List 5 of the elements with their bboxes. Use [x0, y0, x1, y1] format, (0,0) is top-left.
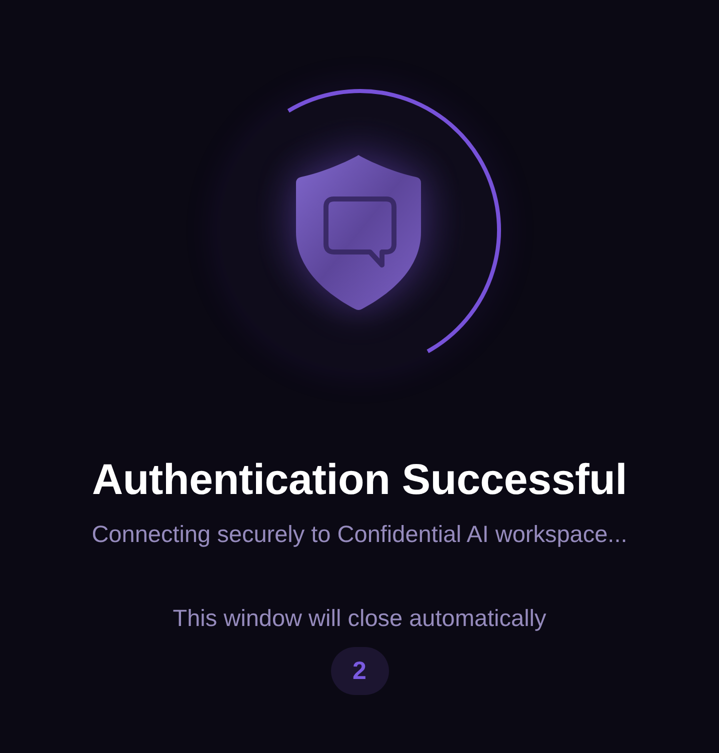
status-message: Connecting securely to Confidential AI workspace... — [92, 520, 628, 549]
status-title: Authentication Successful — [92, 455, 627, 506]
countdown-badge: 2 — [330, 647, 388, 695]
auto-close-notice: This window will close automatically — [172, 604, 546, 633]
shield-chat-icon — [296, 154, 421, 312]
